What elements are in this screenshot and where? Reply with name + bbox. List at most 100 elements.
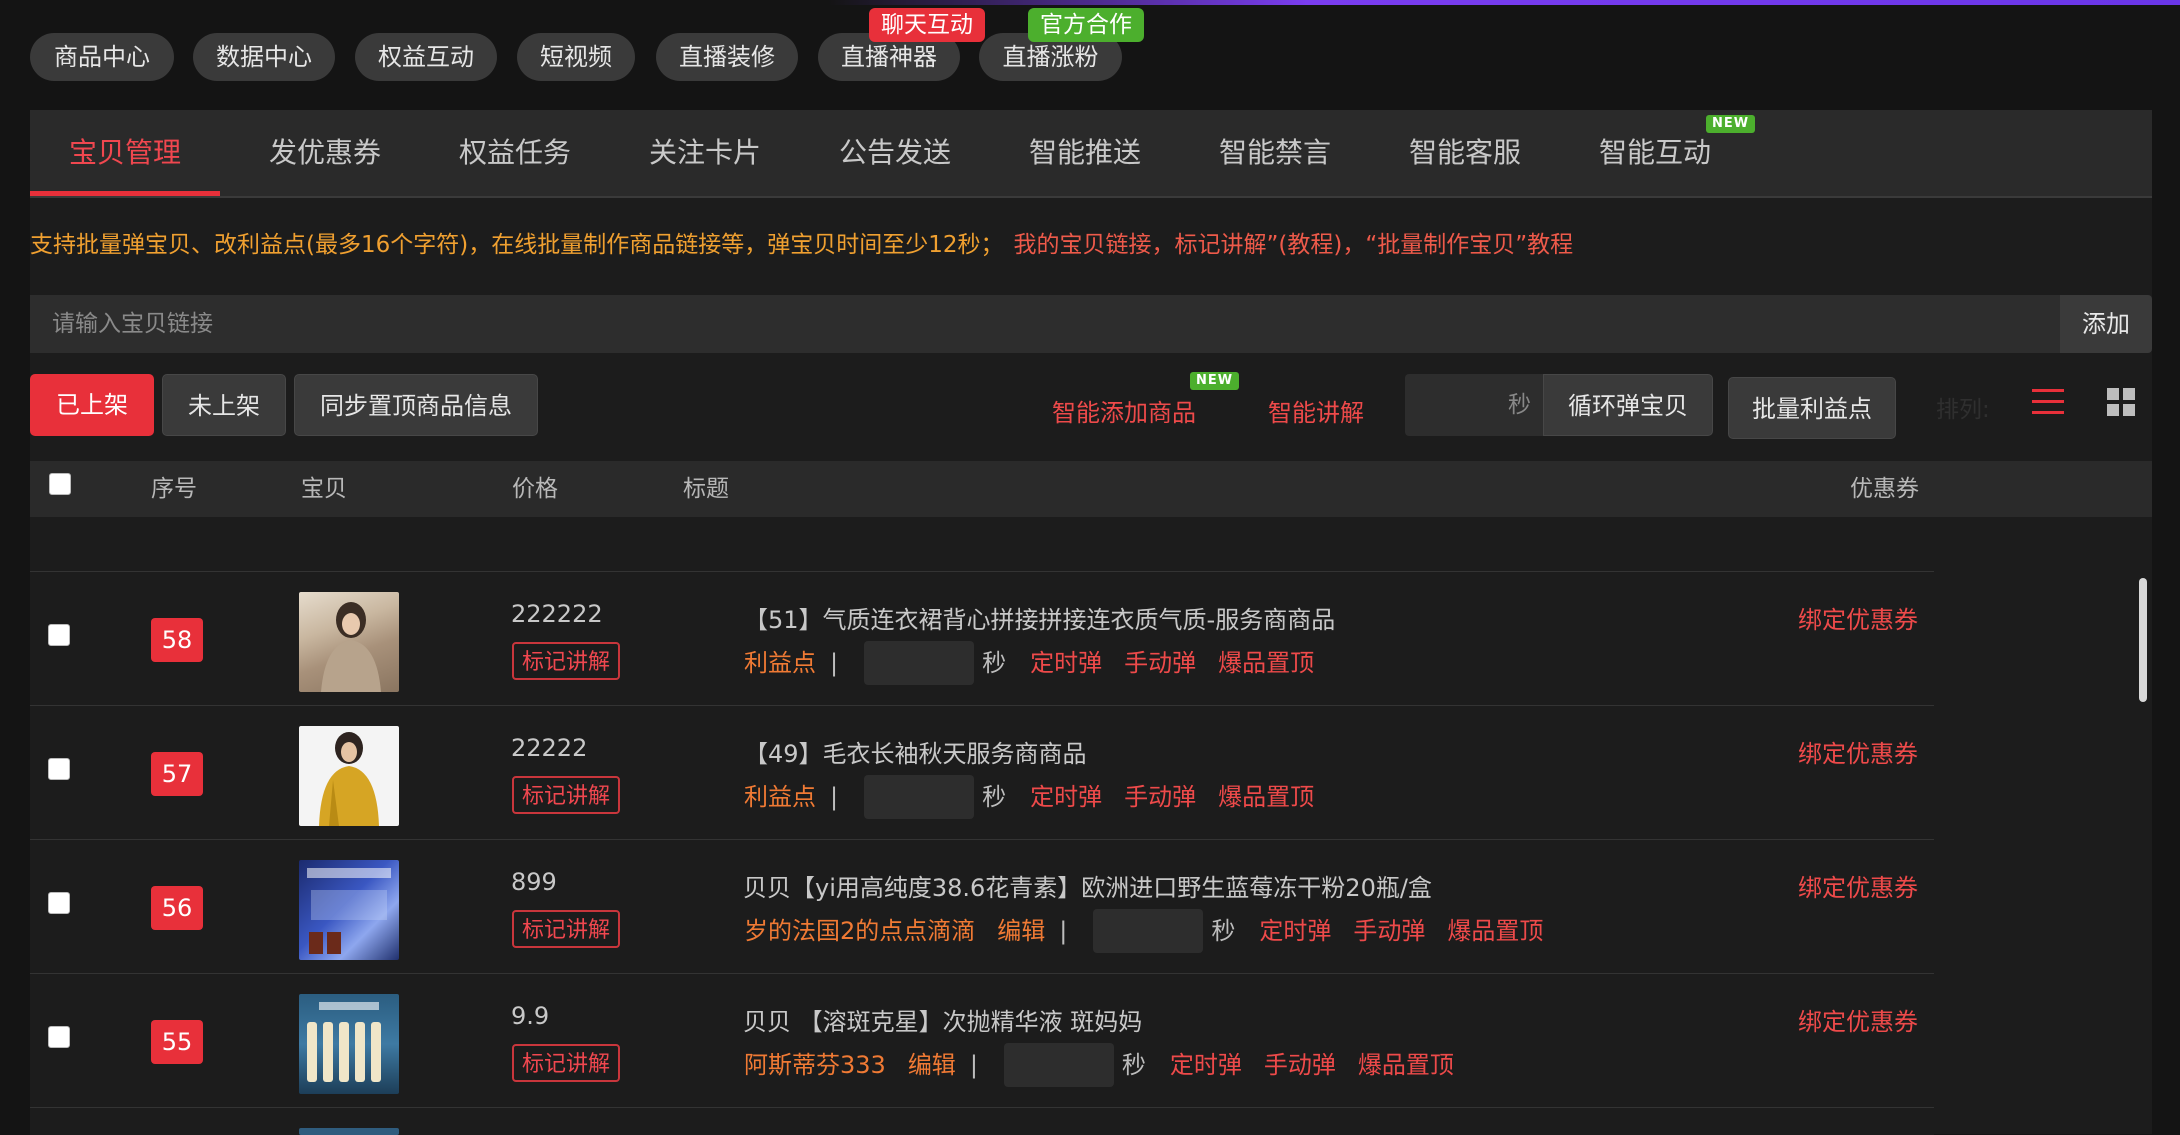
table-row: 58 222222 标记讲解 【51】气质连衣裙背心拼接拼接连衣质气质-服务商商… xyxy=(30,571,1934,706)
table-header: 序号 宝贝 价格 标题 优惠券 xyxy=(30,461,2152,517)
row-checkbox[interactable] xyxy=(48,892,70,914)
bind-coupon-link[interactable]: 绑定优惠券 xyxy=(1798,600,1918,635)
benefit-point-link[interactable]: 阿斯蒂芬333 xyxy=(744,1043,886,1087)
nav-pill-data-center[interactable]: 数据中心 xyxy=(193,33,335,81)
seconds-unit: 秒 xyxy=(982,783,1007,811)
mark-explain-button[interactable]: 标记讲解 xyxy=(512,1044,620,1082)
separator: | xyxy=(830,783,839,811)
benefit-point-link[interactable]: 岁的法国2的点点滴滴 xyxy=(744,909,975,953)
benefit-point-link[interactable]: 利益点 xyxy=(744,775,816,819)
hot-item-top-link[interactable]: 爆品置顶 xyxy=(1218,641,1314,685)
smart-add-goods-link[interactable]: 智能添加商品 xyxy=(1052,393,1196,428)
timed-pop-link[interactable]: 定时弹 xyxy=(1030,775,1102,819)
chat-interaction-badge: 聊天互动 xyxy=(869,8,985,42)
grid-view-icon[interactable] xyxy=(2107,388,2135,416)
mark-explain-button[interactable]: 标记讲解 xyxy=(512,910,620,948)
manual-pop-link[interactable]: 手动弹 xyxy=(1264,1043,1336,1087)
header-title: 标题 xyxy=(683,476,729,502)
manual-pop-link[interactable]: 手动弹 xyxy=(1124,775,1196,819)
list-view-icon[interactable] xyxy=(2032,387,2064,417)
benefit-point-link[interactable]: 利益点 xyxy=(744,641,816,685)
header-item: 宝贝 xyxy=(301,476,347,502)
manual-pop-link[interactable]: 手动弹 xyxy=(1353,909,1425,953)
item-price: 9.9 xyxy=(511,1002,550,1030)
add-button[interactable]: 添加 xyxy=(2060,295,2152,353)
row-operations: 利益点 | 秒定时弹 手动弹 爆品置顶 xyxy=(744,640,1314,685)
timed-pop-link[interactable]: 定时弹 xyxy=(1170,1043,1242,1087)
vertical-scrollbar[interactable] xyxy=(2139,578,2147,702)
seconds-unit: 秒 xyxy=(1508,392,1531,418)
edit-benefit-link[interactable]: 编辑 xyxy=(908,1043,956,1087)
sync-top-info-button[interactable]: 同步置顶商品信息 xyxy=(294,374,538,436)
bind-coupon-link[interactable]: 绑定优惠券 xyxy=(1798,734,1918,769)
item-link-input[interactable] xyxy=(30,295,2060,353)
tab-smart-service[interactable]: 智能客服 xyxy=(1390,110,1540,196)
bind-coupon-link[interactable]: 绑定优惠券 xyxy=(1798,868,1918,903)
tab-send-coupon[interactable]: 发优惠券 xyxy=(250,110,400,196)
new-badge-smart-add: NEW xyxy=(1190,372,1240,390)
mark-explain-button[interactable]: 标记讲解 xyxy=(512,776,620,814)
official-partner-badge: 官方合作 xyxy=(1028,8,1144,42)
row-index-badge: 57 xyxy=(151,752,203,796)
tab-item-management[interactable]: 宝贝管理 xyxy=(30,110,220,196)
notice-info: 支持批量弹宝贝、改利益点(最多16个字符)，在线批量制作商品链接等，弹宝贝时间至… xyxy=(30,232,1004,258)
loop-pop-button[interactable]: 循环弹宝贝 xyxy=(1543,374,1713,436)
seconds-unit: 秒 xyxy=(1121,1051,1146,1079)
smart-explain-link[interactable]: 智能讲解 xyxy=(1268,393,1364,428)
tutorial-links[interactable]: 我的宝贝链接，标记讲解”(教程)，“批量制作宝贝”教程 xyxy=(1013,232,1573,258)
edit-benefit-link[interactable]: 编辑 xyxy=(997,909,1045,953)
tab-bar: 宝贝管理 发优惠券 权益任务 关注卡片 公告发送 智能推送 智能禁言 智能客服 … xyxy=(30,110,2152,198)
nav-pill-benefit-interaction[interactable]: 权益互动 xyxy=(355,33,497,81)
item-price: 899 xyxy=(511,868,557,896)
tab-follow-card[interactable]: 关注卡片 xyxy=(630,110,780,196)
timed-pop-link[interactable]: 定时弹 xyxy=(1030,641,1102,685)
hot-item-top-link[interactable]: 爆品置顶 xyxy=(1447,909,1543,953)
mark-explain-button[interactable]: 标记讲解 xyxy=(512,642,620,680)
nav-pill-live-decoration[interactable]: 直播装修 xyxy=(656,33,798,81)
table-row: 57 22222 标记讲解 【49】毛衣长袖秋天服务商商品 利益点 | 秒定时弹 手动… xyxy=(30,705,1934,840)
item-price: 222222 xyxy=(511,600,603,628)
nav-pill-short-video[interactable]: 短视频 xyxy=(517,33,635,81)
unlisted-button[interactable]: 未上架 xyxy=(162,374,286,436)
pop-seconds-input[interactable] xyxy=(864,641,975,685)
item-thumbnail[interactable] xyxy=(299,592,399,692)
item-title: 贝贝 【溶斑克星】次抛精华液 斑妈妈 xyxy=(743,1008,1143,1036)
select-all-checkbox[interactable] xyxy=(49,473,71,495)
item-price: 22222 xyxy=(511,734,588,762)
row-checkbox[interactable] xyxy=(48,1026,70,1048)
pop-seconds-input[interactable] xyxy=(864,775,975,819)
row-operations: 阿斯蒂芬333 编辑 | 秒定时弹 手动弹 爆品置顶 xyxy=(744,1042,1454,1087)
pop-seconds-input[interactable] xyxy=(1003,1043,1114,1087)
seconds-unit: 秒 xyxy=(982,649,1007,677)
separator: | xyxy=(969,1051,978,1079)
row-checkbox[interactable] xyxy=(48,758,70,780)
tab-smart-push[interactable]: 智能推送 xyxy=(1010,110,1160,196)
timed-pop-link[interactable]: 定时弹 xyxy=(1259,909,1331,953)
listed-button[interactable]: 已上架 xyxy=(30,374,154,436)
pop-seconds-input[interactable] xyxy=(1093,909,1204,953)
hot-item-top-link[interactable]: 爆品置顶 xyxy=(1218,775,1314,819)
new-badge-smart-interaction: NEW xyxy=(1706,115,1756,133)
sort-label: 排列: xyxy=(1936,397,1990,423)
separator: | xyxy=(830,649,839,677)
item-title: 【51】气质连衣裙背心拼接拼接连衣质气质-服务商商品 xyxy=(744,606,1336,634)
item-thumbnail[interactable] xyxy=(299,860,399,960)
row-checkbox[interactable] xyxy=(48,624,70,646)
table-row: 55 9.9 标记讲解 贝贝 【溶斑克星】次抛精华液 斑妈妈 阿斯蒂芬333 编辑… xyxy=(30,973,1934,1108)
item-title: 【49】毛衣长袖秋天服务商商品 xyxy=(744,740,1087,768)
row-operations: 利益点 | 秒定时弹 手动弹 爆品置顶 xyxy=(744,774,1314,819)
tab-announcement[interactable]: 公告发送 xyxy=(820,110,970,196)
tab-smart-mute[interactable]: 智能禁言 xyxy=(1200,110,1350,196)
hot-item-top-link[interactable]: 爆品置顶 xyxy=(1358,1043,1454,1087)
batch-benefit-button[interactable]: 批量利益点 xyxy=(1728,377,1896,439)
header-price: 价格 xyxy=(512,476,558,502)
manual-pop-link[interactable]: 手动弹 xyxy=(1124,641,1196,685)
item-thumbnail[interactable] xyxy=(299,726,399,826)
tab-benefit-task[interactable]: 权益任务 xyxy=(440,110,590,196)
header-index: 序号 xyxy=(151,476,197,502)
row-index-badge: 55 xyxy=(151,1020,203,1064)
top-gradient-bar xyxy=(0,0,2180,5)
nav-pill-goods-center[interactable]: 商品中心 xyxy=(30,33,174,81)
item-thumbnail[interactable] xyxy=(299,994,399,1094)
bind-coupon-link[interactable]: 绑定优惠券 xyxy=(1798,1002,1918,1037)
